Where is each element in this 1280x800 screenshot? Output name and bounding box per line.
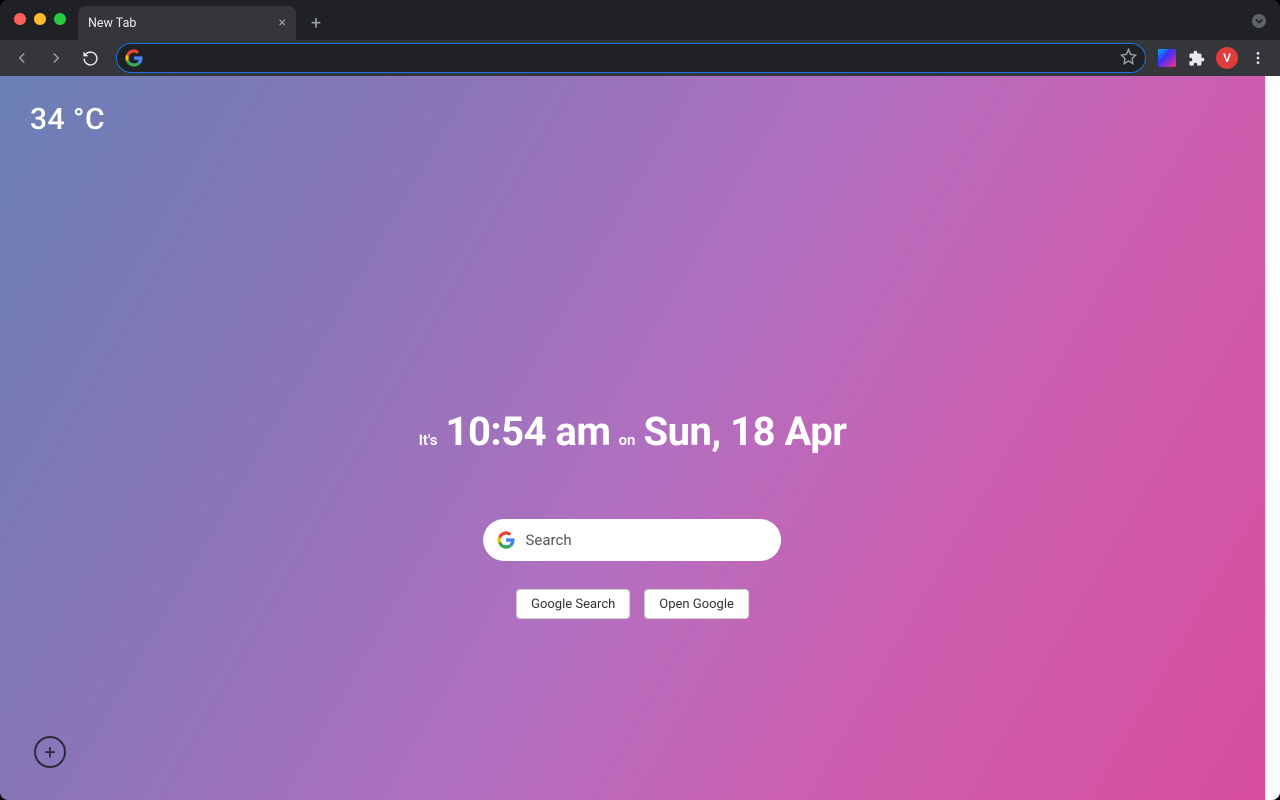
open-google-button[interactable]: Open Google xyxy=(644,589,749,619)
weather-temperature: 34 °C xyxy=(30,102,105,137)
reload-button[interactable] xyxy=(76,44,104,72)
profile-avatar[interactable]: V xyxy=(1216,47,1238,69)
clock-prefix: It's xyxy=(419,431,438,449)
tab-title: New Tab xyxy=(88,16,136,31)
center-content: It's 10:54 am on Sun, 18 Apr Google Sear… xyxy=(419,408,847,619)
close-window-button[interactable] xyxy=(14,13,26,25)
address-bar[interactable] xyxy=(116,43,1146,73)
close-tab-button[interactable]: × xyxy=(279,16,286,30)
vertical-scrollbar[interactable] xyxy=(1265,76,1280,800)
tab-search-button[interactable] xyxy=(1252,14,1266,28)
content-area: 34 °C It's 10:54 am on Sun, 18 Apr Googl… xyxy=(0,76,1280,800)
toolbar: V xyxy=(0,40,1280,76)
browser-window: New Tab × + V xyxy=(0,0,1280,800)
google-icon xyxy=(498,531,516,549)
titlebar: New Tab × + xyxy=(0,0,1280,40)
extension-gradient-icon[interactable] xyxy=(1158,49,1176,67)
new-tab-page: 34 °C It's 10:54 am on Sun, 18 Apr Googl… xyxy=(0,76,1265,800)
search-box[interactable] xyxy=(484,519,782,561)
add-button[interactable]: + xyxy=(34,736,66,768)
search-input[interactable] xyxy=(526,531,768,549)
search-buttons: Google Search Open Google xyxy=(516,589,749,619)
maximize-window-button[interactable] xyxy=(54,13,66,25)
browser-tab[interactable]: New Tab × xyxy=(78,6,296,40)
clock-time: 10:54 am xyxy=(446,408,611,455)
plus-icon: + xyxy=(44,742,55,762)
google-icon xyxy=(125,49,143,67)
bookmark-star-icon[interactable] xyxy=(1120,48,1137,69)
clock-date: Sun, 18 Apr xyxy=(643,408,846,455)
address-input[interactable] xyxy=(149,50,1114,66)
menu-button[interactable] xyxy=(1244,44,1272,72)
forward-button[interactable] xyxy=(42,44,70,72)
back-button[interactable] xyxy=(8,44,36,72)
minimize-window-button[interactable] xyxy=(34,13,46,25)
clock-separator: on xyxy=(619,431,636,449)
extensions-button[interactable] xyxy=(1182,44,1210,72)
new-tab-button[interactable]: + xyxy=(302,9,330,37)
window-controls xyxy=(14,13,66,25)
google-search-button[interactable]: Google Search xyxy=(516,589,630,619)
clock-line: It's 10:54 am on Sun, 18 Apr xyxy=(419,408,847,455)
